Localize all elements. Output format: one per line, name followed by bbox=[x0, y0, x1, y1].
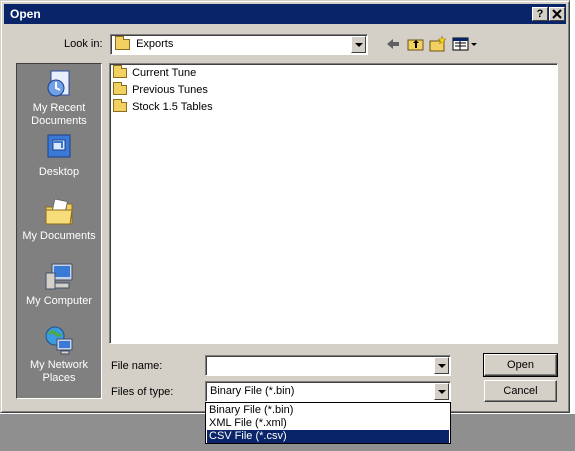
network-places-icon bbox=[45, 326, 73, 355]
look-in-label: Look in: bbox=[64, 38, 103, 50]
file-name: Stock 1.5 Tables bbox=[132, 101, 213, 114]
file-name-input[interactable] bbox=[205, 355, 451, 376]
file-type-option[interactable]: Binary File (*.bin) bbox=[207, 404, 449, 417]
list-item[interactable]: Stock 1.5 Tables bbox=[113, 99, 213, 114]
file-name: Previous Tunes bbox=[132, 84, 208, 97]
file-name-label: File name: bbox=[111, 360, 163, 372]
new-folder-button[interactable] bbox=[429, 35, 447, 52]
help-button[interactable]: ? bbox=[532, 7, 548, 21]
list-item[interactable]: Current Tune bbox=[113, 65, 197, 80]
file-name: Current Tune bbox=[132, 67, 197, 80]
views-menu-icon bbox=[452, 37, 477, 51]
folder-icon bbox=[113, 99, 127, 113]
folder-icon bbox=[115, 35, 130, 50]
file-type-dropdown-list: Binary File (*.bin) XML File (*.xml) CSV… bbox=[205, 402, 451, 444]
close-button[interactable] bbox=[549, 7, 565, 21]
file-name-dropdown-button[interactable] bbox=[434, 357, 449, 374]
place-desktop[interactable]: Desktop bbox=[17, 132, 101, 179]
title-bar[interactable]: Open ? bbox=[4, 4, 566, 24]
place-recent-documents[interactable]: My Recent Documents bbox=[17, 68, 101, 128]
folder-icon bbox=[113, 65, 127, 79]
close-icon bbox=[552, 9, 562, 19]
window-title: Open bbox=[10, 7, 41, 21]
file-type-select[interactable]: Binary File (*.bin) bbox=[205, 381, 451, 402]
desktop-icon bbox=[47, 134, 71, 158]
folder-icon bbox=[113, 82, 127, 96]
file-type-option[interactable]: XML File (*.xml) bbox=[207, 417, 449, 430]
list-item[interactable]: Previous Tunes bbox=[113, 82, 208, 97]
file-type-label: Files of type: bbox=[111, 386, 174, 398]
file-type-option-highlighted[interactable]: CSV File (*.csv) bbox=[207, 430, 449, 443]
place-network-places[interactable]: My Network Places bbox=[17, 325, 101, 385]
places-bar: My Recent Documents Desktop My Documents… bbox=[16, 63, 102, 399]
my-computer-icon bbox=[45, 263, 73, 290]
new-folder-icon bbox=[429, 35, 447, 52]
recent-documents-icon bbox=[47, 70, 70, 97]
back-arrow-icon bbox=[387, 39, 399, 49]
look-in-combo[interactable]: Exports bbox=[110, 34, 368, 55]
place-my-computer[interactable]: My Computer bbox=[17, 261, 101, 308]
back-button[interactable] bbox=[384, 36, 402, 52]
place-my-documents[interactable]: My Documents bbox=[17, 196, 101, 243]
look-in-value: Exports bbox=[136, 38, 174, 51]
file-type-value: Binary File (*.bin) bbox=[210, 385, 295, 397]
look-in-dropdown-button[interactable] bbox=[351, 36, 366, 53]
cancel-button[interactable]: Cancel bbox=[484, 380, 557, 402]
up-folder-icon bbox=[407, 39, 424, 51]
file-list[interactable]: Current Tune Previous Tunes Stock 1.5 Ta… bbox=[109, 63, 558, 344]
file-type-dropdown-button[interactable] bbox=[434, 383, 449, 400]
views-menu-button[interactable] bbox=[452, 36, 478, 52]
my-documents-icon bbox=[45, 198, 73, 225]
open-button[interactable]: Open bbox=[483, 353, 558, 377]
up-one-level-button[interactable] bbox=[407, 36, 425, 52]
